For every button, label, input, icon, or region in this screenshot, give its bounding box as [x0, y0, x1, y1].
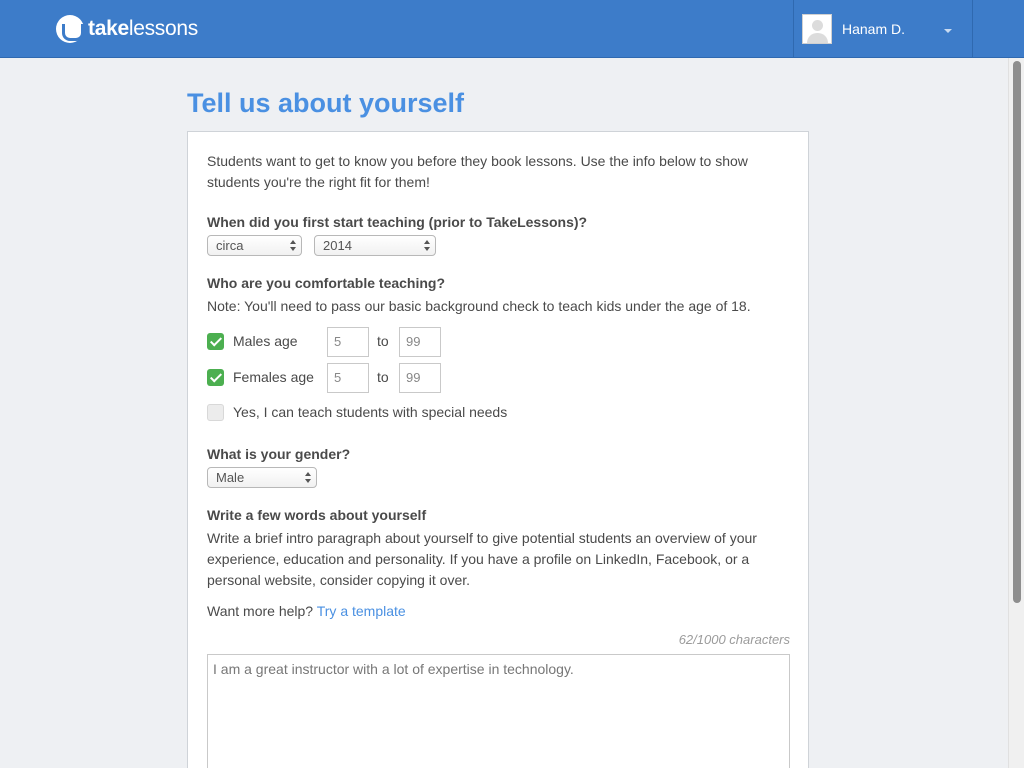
circa-select-value: circa: [216, 238, 244, 253]
females-age-label: Females age: [233, 369, 314, 385]
comfort-label: Who are you comfortable teaching?: [207, 275, 446, 291]
gender-select-value: Male: [216, 470, 245, 485]
circa-select[interactable]: circa: [207, 235, 302, 256]
character-counter: 62/1000 characters: [678, 632, 790, 647]
males-max-age-input[interactable]: 99: [399, 327, 441, 357]
about-textarea[interactable]: I am a great instructor with a lot of ex…: [207, 654, 790, 768]
avatar: [802, 14, 832, 44]
select-arrows-icon: [290, 240, 296, 251]
help-line: Want more help? Try a template: [207, 601, 406, 622]
vertical-scrollbar[interactable]: [1008, 58, 1024, 768]
gender-select[interactable]: Male: [207, 467, 317, 488]
males-checkbox[interactable]: [207, 333, 224, 350]
top-navigation-bar: takelessons Hanam D.: [0, 0, 1024, 58]
page-title: Tell us about yourself: [187, 88, 465, 118]
year-select-value: 2014: [323, 238, 352, 253]
background-check-note: Note: You'll need to pass our basic back…: [207, 298, 751, 314]
females-to-label: to: [377, 369, 389, 385]
takelessons-logo[interactable]: takelessons: [56, 14, 198, 44]
select-arrows-icon: [305, 472, 311, 483]
caret-down-icon: [944, 29, 952, 33]
user-menu-button[interactable]: Hanam D.: [793, 0, 973, 58]
scrollbar-thumb[interactable]: [1013, 61, 1021, 603]
intro-text: Students want to get to know you before …: [207, 153, 748, 190]
teaching-start-label: When did you first start teaching (prior…: [207, 214, 588, 230]
help-prefix: Want more help?: [207, 603, 314, 619]
males-min-age-input[interactable]: 5: [327, 327, 369, 357]
females-max-age-input[interactable]: 99: [399, 363, 441, 393]
females-checkbox[interactable]: [207, 369, 224, 386]
profile-form-card: Students want to get to know you before …: [187, 131, 809, 768]
gender-label: What is your gender?: [207, 446, 351, 462]
try-template-link[interactable]: Try a template: [317, 603, 406, 619]
user-name: Hanam D.: [842, 21, 906, 37]
males-age-label: Males age: [233, 333, 298, 349]
logo-text: takelessons: [88, 17, 198, 40]
logo-icon: [56, 15, 84, 43]
about-label: Write a few words about yourself: [207, 507, 427, 523]
select-arrows-icon: [424, 240, 430, 251]
females-min-age-input[interactable]: 5: [327, 363, 369, 393]
special-needs-label: Yes, I can teach students with special n…: [233, 404, 508, 420]
males-to-label: to: [377, 333, 389, 349]
year-select[interactable]: 2014: [314, 235, 436, 256]
special-needs-checkbox[interactable]: [207, 404, 224, 421]
about-description: Write a brief intro paragraph about your…: [207, 530, 757, 588]
